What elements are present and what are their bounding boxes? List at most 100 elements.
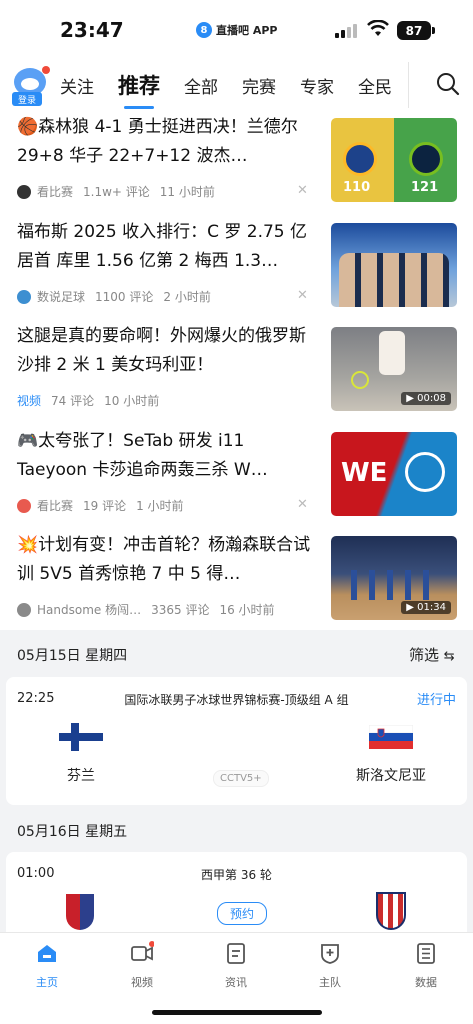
tab-news[interactable]: 资讯 [206,941,266,990]
tab-team[interactable]: 主队 [300,941,360,990]
thumb-score-left: 110 [343,180,371,195]
broadcast-channel: CCTV5+ [213,770,269,787]
away-team[interactable]: 斯洛文尼亚 [341,723,441,785]
news-title[interactable]: 💥计划有变！冲击首轮？杨瀚森联合试训 5V5 首秀惊艳 7 中 5 得… [17,531,312,589]
finland-flag-icon [59,723,103,751]
news-thumbnail[interactable]: WE [331,432,457,516]
tab-video[interactable]: 视频 [112,941,172,990]
home-icon [38,945,56,962]
news-time: 2 小时前 [163,290,211,304]
news-item[interactable]: 🎮太夸张了！SeTab 研发 i11 Taeyoon 卡莎追命两轰三杀 W… 看… [0,427,473,527]
video-tag: 视频 [17,394,42,408]
duration-text: 01:34 [417,602,446,613]
news-item[interactable]: 💥计划有变！冲击首轮？杨瀚森联合试训 5V5 首秀惊艳 7 中 5 得… Han… [0,531,473,631]
home-team-name: 芬兰 [67,768,95,784]
video-duration: ▶ 00:08 [401,392,451,405]
video-thumbnail[interactable]: ▶ 01:34 [331,536,457,620]
dismiss-icon[interactable]: ✕ [297,497,308,512]
team-logo-icon [343,142,377,176]
tab-community[interactable]: 全民 [358,73,392,98]
tabs-divider [408,62,428,108]
news-time: 11 小时前 [159,185,215,199]
news-time: 10 小时前 [104,394,160,408]
news-title[interactable]: 🎮太夸张了！SeTab 研发 i11 Taeyoon 卡莎追命两轰三杀 W… [17,427,312,485]
away-team-name: 斯洛文尼亚 [356,768,426,784]
news-comments: 74 评论 [51,394,95,408]
news-title[interactable]: 这腿是真的要命啊！外网爆火的俄罗斯沙排 2 米 1 美女玛利亚！ [17,322,312,380]
top-nav: 登录 关注 推荐 全部 完赛 专家 全民 [0,62,473,109]
news-time: 1 小时前 [136,499,184,513]
tab-finished[interactable]: 完赛 [242,73,276,98]
news-title[interactable]: 🏀森林狼 4-1 勇士挺进西决！兰德尔 29+8 华子 22+7+12 波杰… [17,113,312,171]
tab-label: 视频 [131,976,153,989]
home-indicator [152,1010,322,1015]
news-title[interactable]: 福布斯 2025 收入排行：C 罗 2.75 亿居首 库里 1.56 亿第 2 … [17,218,312,276]
osasuna-logo-icon [66,894,94,930]
app-logo-icon: 8 [196,22,212,38]
news-item[interactable]: 这腿是真的要命啊！外网爆火的俄罗斯沙排 2 米 1 美女玛利亚！ 视频 74 评… [0,322,473,422]
match-league: 国际冰联男子冰球世界锦标赛-顶级组 A 组 [124,693,349,707]
news-item[interactable]: 🏀森林狼 4-1 勇士挺进西决！兰德尔 29+8 华子 22+7+12 波杰… … [0,113,473,213]
news-meta: Handsome 杨闯… 3365 评论 16 小时前 [17,601,285,618]
home-team[interactable]: 芬兰 [36,723,126,785]
notification-dot [42,66,50,74]
news-source: 看比赛 [37,185,74,199]
slovenia-flag-icon [369,725,413,749]
filter-icon: ⇆ [443,649,455,664]
news-source: 数说足球 [37,290,86,304]
clock: 23:47 [60,18,124,42]
racket-image [351,371,369,389]
atletico-logo-icon [376,892,406,930]
filter-button[interactable]: 筛选 ⇆ [409,644,455,665]
news-meta: 看比赛 1.1w+ 评论 11 小时前 [17,183,225,200]
team-logo-icon [409,142,443,176]
team-logo-icon [405,452,445,492]
tab-recommend[interactable]: 推荐 [118,70,160,109]
schedule-date: 05月16日 星期五 [17,824,128,840]
schedule-date: 05月15日 星期四 [17,648,128,664]
wifi-icon [367,20,389,36]
app-return-pill[interactable]: 8 直播吧 APP [196,22,277,38]
video-camera-icon [131,941,155,961]
news-thumbnail[interactable]: 110 121 [331,118,457,202]
match-status: 进行中 [416,693,456,708]
search-icon[interactable] [436,72,460,96]
source-avatar-icon [17,184,31,199]
thumb-score-right: 121 [411,180,439,195]
video-duration: ▶ 01:34 [401,601,451,614]
tab-experts[interactable]: 专家 [300,73,334,98]
news-source: Handsome 杨闯… [37,603,142,617]
shield-icon [321,944,339,964]
player-image [379,331,405,375]
dismiss-icon[interactable]: ✕ [297,288,308,303]
news-item[interactable]: 福布斯 2025 收入排行：C 罗 2.75 亿居首 库里 1.56 亿第 2 … [0,218,473,318]
filter-label: 筛选 [409,646,440,664]
team-logo-icon: WE [341,458,388,488]
tab-follow[interactable]: 关注 [60,73,94,98]
status-bar: 23:47 8 直播吧 APP 87 [0,0,473,62]
channel-tabs: 关注 推荐 全部 完赛 专家 全民 [60,62,416,109]
tab-label: 资讯 [225,976,247,989]
match-card[interactable]: 22:25 国际冰联男子冰球世界锦标赛-顶级组 A 组 进行中 芬兰 CCTV5… [6,677,467,805]
match-league: 西甲第 36 轮 [201,868,272,882]
news-comments: 1100 评论 [95,290,154,304]
tab-all[interactable]: 全部 [184,73,218,98]
news-comments: 3365 评论 [151,603,210,617]
tab-home[interactable]: 主页 [17,941,77,990]
schedule-section: 05月15日 星期四 筛选 ⇆ 22:25 国际冰联男子冰球世界锦标赛-顶级组 … [0,630,473,952]
login-avatar[interactable]: 登录 [12,66,50,106]
app-label: 直播吧 APP [216,24,278,37]
data-list-icon [417,943,435,964]
source-avatar-icon [17,498,31,513]
tab-label: 数据 [415,976,437,989]
news-thumbnail[interactable] [331,223,457,307]
athletes-image [339,253,449,307]
dismiss-icon[interactable]: ✕ [297,183,308,198]
video-thumbnail[interactable]: ▶ 00:08 [331,327,457,411]
news-source: 看比赛 [37,499,74,513]
reserve-button[interactable]: 预约 [217,902,268,925]
tab-label: 主页 [36,976,58,989]
news-meta: 视频 74 评论 10 小时前 [17,392,169,409]
tab-data[interactable]: 数据 [396,941,456,990]
news-meta: 看比赛 19 评论 1 小时前 [17,497,194,514]
